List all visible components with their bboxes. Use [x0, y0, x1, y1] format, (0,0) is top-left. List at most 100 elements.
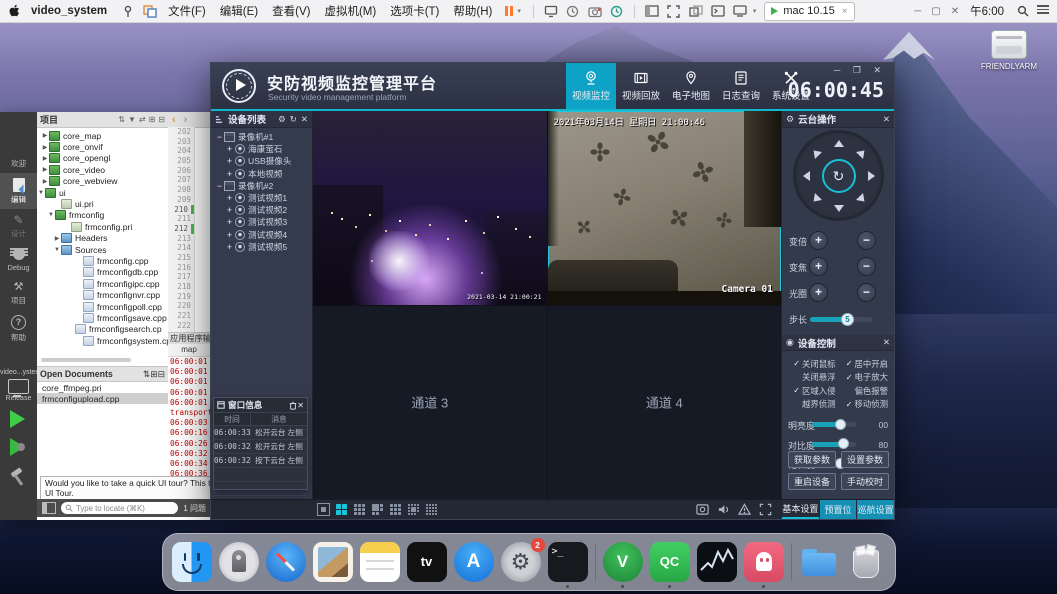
volume-icon[interactable] [717, 503, 730, 516]
unity-windows-icon[interactable] [688, 3, 704, 19]
desktop-drive[interactable]: FRIENDLYARM [977, 30, 1041, 71]
sidebar-toggle-icon[interactable] [42, 502, 56, 514]
slider-thumb[interactable] [835, 419, 846, 430]
ptz-arrow-upright[interactable] [855, 147, 867, 159]
dock-terminal[interactable]: >_ [548, 542, 588, 582]
vm-pause-button[interactable]: ▾ [505, 6, 521, 16]
window-restore-icon[interactable]: ▢ [931, 6, 940, 17]
nav-tab-playback[interactable]: 视频回放 [616, 63, 666, 109]
tab-cruise-settings[interactable]: 巡航设置 [857, 500, 894, 519]
dock-qc-app[interactable]: QC [650, 542, 690, 582]
manual-time-sync-button[interactable]: 手动校时 [841, 473, 889, 490]
ptz-arrow-right[interactable] [868, 171, 875, 181]
nav-tab-map[interactable]: 电子地图 [666, 63, 716, 109]
expander-icon[interactable]: + [225, 242, 234, 252]
checkbox-color-alarm[interactable]: ✓偏色报警 [839, 384, 892, 398]
dock-downloads-folder[interactable] [799, 542, 839, 582]
log-row[interactable]: 06:00:32 按下云台 左侧 [214, 454, 307, 468]
step-slider-thumb[interactable]: 5 [841, 313, 854, 326]
split-add-icon[interactable]: ⊞ [150, 369, 157, 380]
dock-photos[interactable] [313, 542, 353, 582]
dock-system-preferences[interactable]: ⚙2 [501, 542, 541, 582]
close-icon[interactable]: ✕ [301, 114, 308, 125]
contrast-slider[interactable] [812, 442, 856, 447]
fullscreen-icon[interactable] [759, 503, 772, 516]
refresh-icon[interactable]: ↻ [290, 114, 297, 125]
focus-minus-button[interactable]: − [857, 257, 876, 276]
tab-presets[interactable]: 预置位 [820, 500, 857, 519]
expander-icon[interactable]: + [225, 156, 234, 166]
dock-ghost-app[interactable] [744, 542, 784, 582]
checkbox-center-on[interactable]: ✓居中开启 [839, 357, 892, 371]
expander-icon[interactable]: ▶ [41, 144, 49, 151]
qt-kit-selector[interactable]: video...ystem Release [0, 369, 37, 402]
layout-13-icon[interactable] [407, 503, 420, 516]
ptz-arrow-downright[interactable] [855, 192, 867, 204]
expander-icon[interactable]: + [225, 217, 234, 227]
active-app-name[interactable]: video_system [31, 5, 107, 17]
device-row[interactable]: +海康萤石 [211, 143, 312, 155]
qt-mode-debug[interactable]: Debug [0, 243, 37, 276]
external-display-icon[interactable] [732, 3, 748, 19]
expander-icon[interactable]: ▼ [53, 247, 61, 253]
menu-help[interactable]: 帮助(H) [453, 3, 492, 19]
dock-finder[interactable] [172, 542, 212, 582]
pin-icon[interactable] [120, 3, 136, 19]
expander-icon[interactable]: ▶ [41, 166, 49, 173]
nav-tab-logs[interactable]: 日志查询 [716, 63, 766, 109]
spotlight-search-icon[interactable] [1015, 3, 1031, 19]
expander-icon[interactable]: + [225, 144, 234, 154]
tree-row[interactable]: frmconfignvr.cpp [37, 289, 168, 300]
slider-thumb[interactable] [838, 438, 849, 449]
close-icon[interactable]: ✕ [297, 401, 304, 410]
expander-icon[interactable]: + [225, 169, 234, 179]
tree-row[interactable]: frmconfig.pri [37, 221, 168, 232]
sort-icon[interactable]: ⇅ [118, 115, 125, 124]
menu-vm[interactable]: 虚拟机(M) [324, 3, 376, 19]
tree-row[interactable]: ui.pri [37, 198, 168, 209]
tree-row[interactable]: frmconfigpoll.cpp [37, 301, 168, 312]
get-params-button[interactable]: 获取参数 [788, 451, 836, 468]
split-add-icon[interactable]: ⊞ [149, 115, 156, 124]
tabs-icon[interactable] [142, 3, 158, 19]
focus-plus-button[interactable]: + [809, 257, 828, 276]
expander-icon[interactable]: ▼ [47, 212, 55, 218]
qt-mode-edit[interactable]: 编辑 [0, 173, 37, 209]
console-icon[interactable] [710, 3, 726, 19]
video-channel-3[interactable]: 通道 3 [313, 306, 547, 500]
tree-row[interactable]: ▼Sources [37, 244, 168, 255]
video-channel-1[interactable]: 2021-03-14 21:00:21 [313, 111, 547, 305]
filter-icon[interactable]: ▼ [128, 115, 136, 124]
log-row[interactable]: 06:00:32 松开云台 左侧 [214, 440, 307, 454]
display-settings-icon[interactable] [543, 3, 559, 19]
ptz-auto-scan-button[interactable]: ↻ [822, 159, 856, 193]
output-pane-tab[interactable]: map [168, 344, 210, 357]
vm-tab-close-icon[interactable]: × [842, 6, 848, 17]
qt-mode-help[interactable]: ? 帮助 [0, 310, 37, 347]
nav-tab-video-monitor[interactable]: 视频监控 [566, 63, 616, 109]
layout-1-icon[interactable] [317, 503, 330, 516]
ptz-arrow-downleft[interactable] [810, 192, 822, 204]
ptz-arrow-down[interactable] [834, 205, 844, 212]
qt-mode-projects[interactable]: ⚒ 项目 [0, 276, 37, 310]
settings-gear-icon[interactable]: ⚙ [278, 114, 286, 125]
dock-notes[interactable] [360, 542, 400, 582]
dock-safari[interactable] [266, 542, 306, 582]
build-hammer-button[interactable] [9, 468, 27, 486]
menu-view[interactable]: 查看(V) [272, 3, 310, 19]
trash-icon[interactable] [289, 401, 297, 410]
issues-count[interactable]: 1 问题 [183, 503, 206, 514]
set-params-button[interactable]: 设置参数 [841, 451, 889, 468]
zoom-plus-button[interactable]: + [809, 231, 828, 250]
tree-row[interactable]: ▶core_map [37, 130, 168, 141]
menubar-clock[interactable]: 午6:00 [970, 3, 1004, 19]
ptz-arrow-up[interactable] [834, 140, 844, 147]
checkbox-area-intrusion[interactable]: ✓区域入侵 [786, 384, 839, 398]
sync-icon[interactable]: ⇄ [139, 115, 146, 124]
checkbox-close-mouse[interactable]: ✓关闭鼠标 [786, 357, 839, 371]
checkbox-digital-zoom[interactable]: ✓电子放大 [839, 371, 892, 385]
fullscreen-icon[interactable] [666, 3, 682, 19]
device-row[interactable]: +测试视频3 [211, 216, 312, 228]
reboot-device-button[interactable]: 重启设备 [788, 473, 836, 490]
tree-row[interactable]: frmconfig.cpp [37, 255, 168, 266]
